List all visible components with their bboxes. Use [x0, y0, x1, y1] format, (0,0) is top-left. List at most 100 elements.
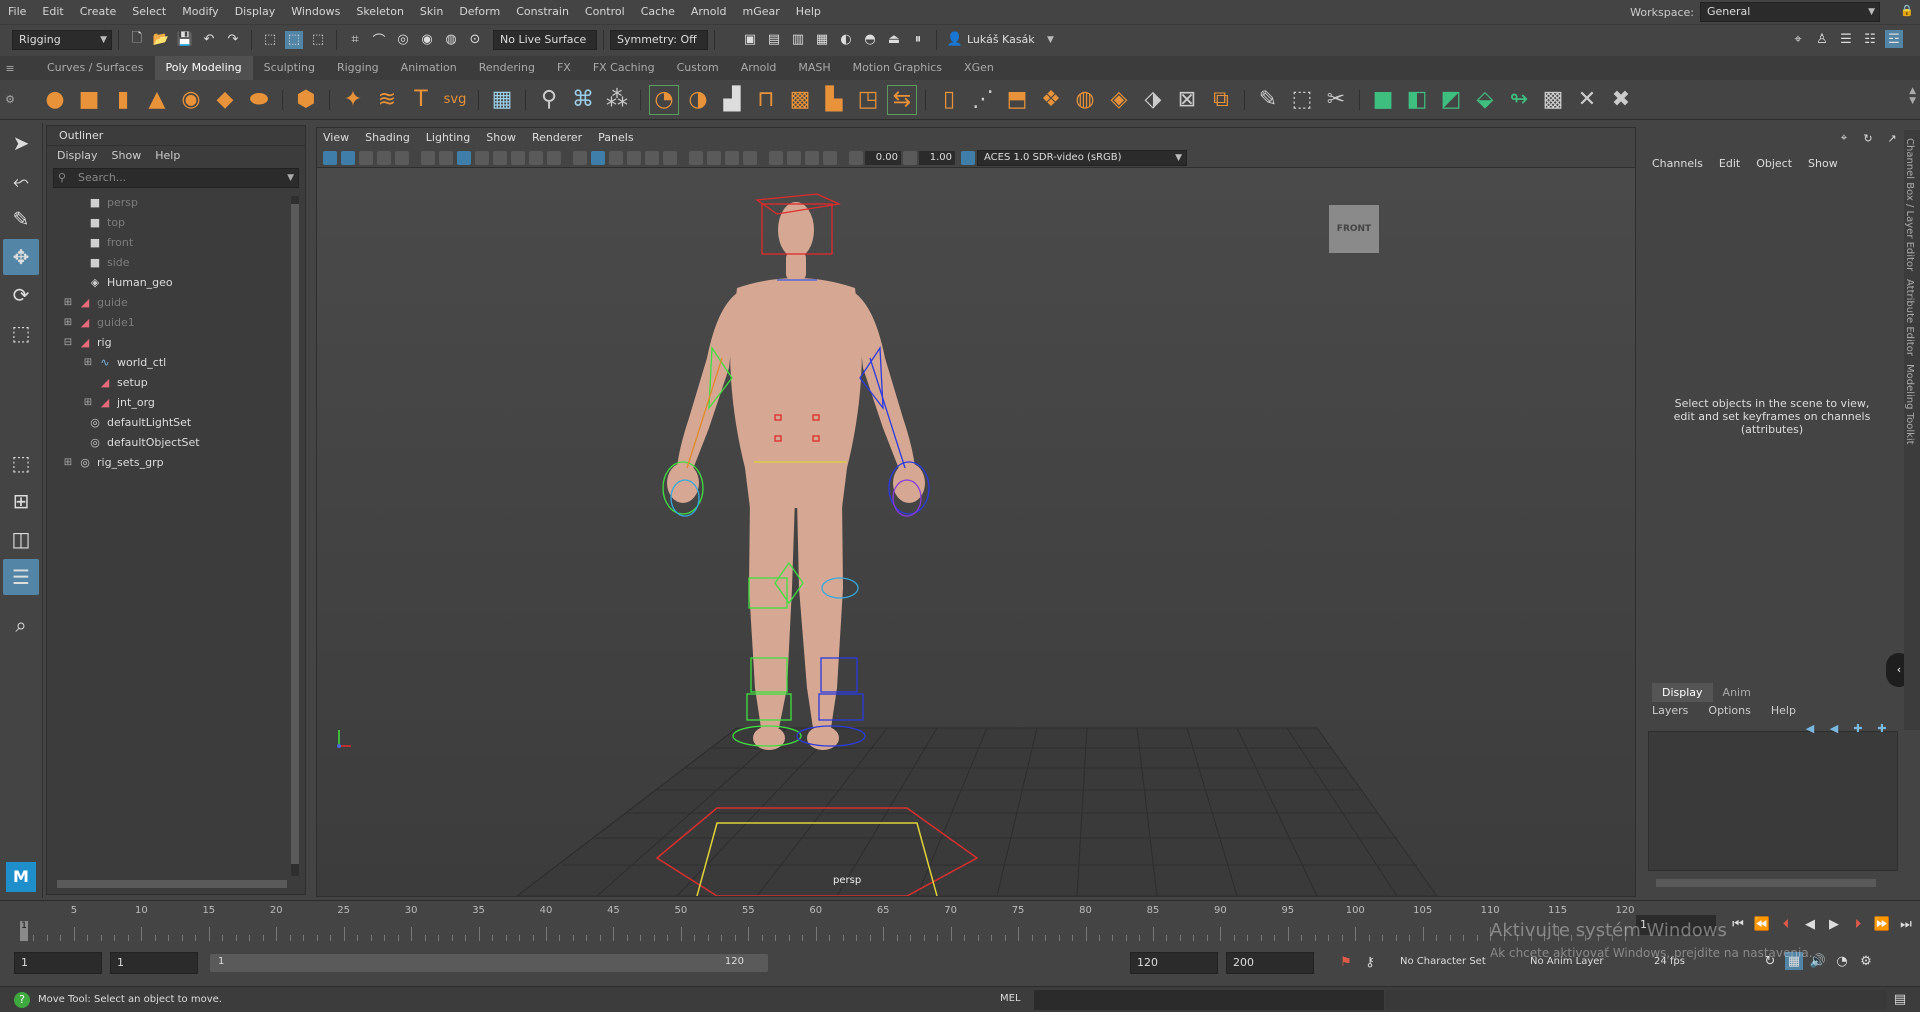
expand-toggle-icon[interactable]: ⊞ [63, 457, 73, 468]
unfold-icon[interactable]: ■ [1368, 85, 1398, 115]
snap-surface-icon[interactable]: ◍ [442, 31, 460, 49]
outliner-item[interactable]: ◎ defaultObjectSet [63, 432, 305, 452]
undo-icon[interactable]: ↶ [200, 31, 218, 49]
uv-editor-icon[interactable]: ✎ [1253, 85, 1283, 115]
smooth-shade-icon[interactable] [591, 150, 605, 165]
script-editor-icon[interactable]: ▤ [1891, 990, 1909, 1008]
command-line-input[interactable] [1034, 990, 1384, 1010]
poly-platonic-icon[interactable]: ⬢ [291, 85, 321, 115]
separate-icon[interactable]: ◑ [683, 85, 713, 115]
gamma-icon[interactable] [903, 150, 917, 165]
channel-box-menu-channels[interactable]: Channels [1652, 157, 1703, 170]
shelf-tab-animation[interactable]: Animation [390, 56, 468, 80]
search-icon[interactable]: ⌕ [3, 607, 39, 643]
poly-torus-icon[interactable]: ◉ [176, 85, 206, 115]
shelf-tab-poly-modeling[interactable]: Poly Modeling [154, 56, 253, 80]
outliner-item[interactable]: ⊟ ◢ rig [63, 332, 305, 352]
side-tab[interactable]: Modeling Toolkit [1904, 364, 1915, 445]
playblast-icon[interactable]: ⏏ [885, 31, 903, 49]
move-tool-icon[interactable]: ✥ [3, 239, 39, 275]
grid-icon[interactable] [439, 150, 453, 165]
menu-skin[interactable]: Skin [412, 0, 451, 24]
layer-menu-help[interactable]: Help [1771, 704, 1796, 717]
outliner-item[interactable]: ⊞ ◢ guide [63, 292, 305, 312]
expand-toggle-icon[interactable]: ⊞ [83, 397, 93, 408]
isolate-select-icon[interactable] [769, 150, 783, 165]
colorspace-dropdown[interactable]: ACES 1.0 SDR-video (sRGB) ▼ [977, 149, 1187, 166]
paint-select-tool-icon[interactable]: ✎ [3, 201, 39, 237]
outliner-item[interactable]: ⊞ ◢ guide1 [63, 312, 305, 332]
menu-control[interactable]: Control [577, 0, 633, 24]
outliner-vscrollbar[interactable] [291, 196, 299, 876]
collapse-icon[interactable]: ⬗ [1138, 85, 1168, 115]
scale-tool-icon[interactable]: ⬚ [3, 315, 39, 351]
menu-cache[interactable]: Cache [633, 0, 683, 24]
shelf-tab-curves-surfaces[interactable]: Curves / Surfaces [36, 56, 155, 80]
side-tab[interactable]: Channel Box / Layer Editor [1904, 138, 1915, 271]
safe-action-icon[interactable] [529, 150, 543, 165]
super-shape-icon[interactable]: ✦ [338, 85, 368, 115]
menu-help[interactable]: Help [788, 0, 829, 24]
single-view-icon[interactable]: ⬚ [3, 445, 39, 481]
menu-create[interactable]: Create [72, 0, 125, 24]
outliner-item[interactable]: ◈ Human_geo [63, 272, 305, 292]
transfer-uv-icon[interactable]: ↬ [1504, 85, 1534, 115]
viewport-menu-lighting[interactable]: Lighting [426, 128, 470, 148]
poly-cylinder-icon[interactable]: ▮ [108, 85, 138, 115]
shelf-scroll-icon[interactable]: ▲ ▼ [1909, 86, 1916, 106]
channel-box-menu-show[interactable]: Show [1808, 157, 1838, 170]
select-object-icon[interactable]: ⬚ [285, 30, 303, 49]
expand-toggle-icon[interactable]: ⊞ [83, 357, 93, 368]
snap-curve-icon[interactable]: ⌒ [370, 31, 388, 49]
new-scene-icon[interactable]: 🗋 [128, 31, 146, 49]
append-icon[interactable]: ▙ [819, 85, 849, 115]
start-field[interactable]: 1 [110, 952, 198, 974]
2d-pan-icon[interactable] [395, 150, 409, 165]
viewport-menu-panels[interactable]: Panels [598, 128, 633, 148]
layer-menu-layers[interactable]: Layers [1652, 704, 1688, 717]
menu-mgear[interactable]: mGear [735, 0, 788, 24]
outliner-layout-icon[interactable]: ☰ [3, 559, 39, 595]
outliner-item[interactable]: ⊞ ◎ rig_sets_grp [63, 452, 305, 472]
menu-edit[interactable]: Edit [34, 0, 71, 24]
end-max-field[interactable]: 200 [1226, 952, 1314, 974]
user-name[interactable]: Lukáš Kasák [967, 33, 1047, 46]
menu-display[interactable]: Display [227, 0, 284, 24]
viewcube[interactable]: FRONT [1329, 205, 1379, 253]
layout-uv-icon[interactable]: ◧ [1402, 85, 1432, 115]
sew-uv-icon[interactable]: ◩ [1436, 85, 1466, 115]
time-ruler[interactable]: 5 10 15 20 25 30 35 40 45 50 55 60 65 70 75 80 85 90 95 100… [20, 905, 1635, 941]
layer-tab-display[interactable]: Display [1652, 683, 1713, 702]
outliner-item[interactable]: ■ side [63, 252, 305, 272]
xray-icon[interactable] [787, 150, 801, 165]
connect-icon[interactable]: ⊠ [1172, 85, 1202, 115]
pause-icon[interactable]: ⏸ [909, 31, 927, 49]
move-layer-up-icon[interactable]: ◀ [1801, 719, 1819, 737]
step-forward-key-icon[interactable]: ⏩ [1873, 915, 1891, 933]
shelf-tab-sculpting[interactable]: Sculpting [253, 56, 326, 80]
snap-view-icon[interactable]: ◉ [418, 31, 436, 49]
sync-icon[interactable]: ↻ [1859, 129, 1877, 147]
extrude-icon[interactable]: ▟ [717, 85, 747, 115]
help-icon[interactable]: ? [14, 991, 30, 1008]
snap-grid-icon[interactable]: ⌗ [346, 31, 364, 49]
workspace-dropdown[interactable]: General ▼ [1700, 2, 1880, 22]
side-tab[interactable]: Attribute Editor [1904, 279, 1915, 356]
outliner-item[interactable]: ■ front [63, 232, 305, 252]
render-view-icon[interactable]: ▣ [741, 31, 759, 49]
menu-file[interactable]: File [0, 0, 34, 24]
shelf-tab-fx-caching[interactable]: FX Caching [582, 56, 666, 80]
save-scene-icon[interactable]: 💾 [176, 31, 194, 49]
open-scene-icon[interactable]: 📂 [152, 31, 170, 49]
menu-windows[interactable]: Windows [283, 0, 348, 24]
new-layer-icon[interactable]: ✚ [1849, 719, 1867, 737]
menu-select[interactable]: Select [124, 0, 174, 24]
channel-box-menu-object[interactable]: Object [1756, 157, 1792, 170]
expand-icon[interactable]: ↗ [1883, 129, 1901, 147]
circularize-icon[interactable]: ◈ [1104, 85, 1134, 115]
shelf-tab-mash[interactable]: MASH [787, 56, 841, 80]
lights-icon[interactable] [645, 150, 659, 165]
viewport-scene[interactable]: FRONT persp [317, 168, 1635, 896]
end-field[interactable]: 120 [1130, 952, 1218, 974]
poly-cone-icon[interactable]: ▲ [142, 85, 172, 115]
